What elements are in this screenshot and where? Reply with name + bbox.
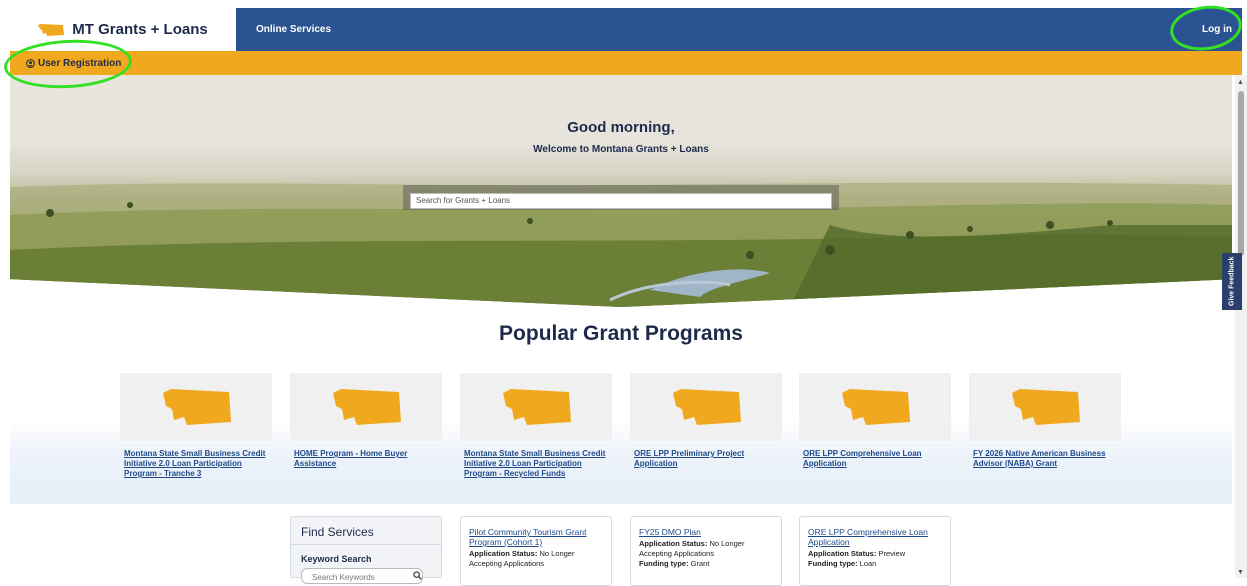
hero-banner: Good morning, Welcome to Montana Grants … <box>10 75 1232 307</box>
listing-status: Application Status: No Longer Accepting … <box>469 549 603 569</box>
find-services-title: Find Services <box>301 525 374 539</box>
program-card[interactable]: ORE LPP Preliminary Project Application <box>630 373 782 469</box>
scroll-up-arrow-icon[interactable]: ▲ <box>1237 79 1244 86</box>
listing-card[interactable]: Pilot Community Tourism Grant Program (C… <box>460 516 612 586</box>
program-card-link[interactable]: Montana State Small Business Credit Init… <box>120 449 272 479</box>
listing-card[interactable]: ORE LPP Comprehensive Loan Application A… <box>799 516 951 586</box>
scroll-down-arrow-icon[interactable]: ▼ <box>1237 569 1244 576</box>
program-card-image <box>120 373 272 441</box>
program-card-image <box>799 373 951 441</box>
divider <box>291 544 441 545</box>
funding-label: Funding type: <box>639 559 689 568</box>
montana-state-icon <box>673 389 741 425</box>
page-scrollbar[interactable]: ▲ ▼ <box>1235 75 1247 578</box>
scroll-thumb[interactable] <box>1238 91 1244 256</box>
brand-logo[interactable]: MT Grants + Loans <box>10 8 236 51</box>
nav-online-services[interactable]: Online Services <box>256 24 331 35</box>
listing-title-link[interactable]: ORE LPP Comprehensive Loan Application <box>808 527 942 547</box>
grants-search-input[interactable] <box>410 192 832 209</box>
give-feedback-tab[interactable]: Give Feedback <box>1222 253 1242 310</box>
montana-state-icon <box>38 23 65 36</box>
status-label: Application Status: <box>639 539 708 548</box>
listing-title-link[interactable]: Pilot Community Tourism Grant Program (C… <box>469 527 603 547</box>
listing-funding: Funding type: Grant <box>639 559 773 569</box>
status-value: Preview <box>878 549 906 558</box>
program-card-link[interactable]: FY 2026 Native American Business Advisor… <box>969 449 1121 469</box>
program-card-image <box>630 373 782 441</box>
funding-value: Loan <box>859 559 877 568</box>
listing-card[interactable]: FY25 DMO Plan Application Status: No Lon… <box>630 516 782 586</box>
find-services-panel: Find Services Keyword Search <box>290 516 442 584</box>
listing-funding: Funding type: Loan <box>808 559 942 569</box>
user-registration-label: User Registration <box>38 57 122 69</box>
program-card-link[interactable]: Montana State Small Business Credit Init… <box>460 449 612 479</box>
search-icon[interactable] <box>413 571 422 580</box>
user-registration-link[interactable]: User Registration <box>26 58 121 69</box>
greeting-heading: Good morning, <box>567 119 675 136</box>
welcome-subheading: Welcome to Montana Grants + Loans <box>533 144 709 155</box>
status-label: Application Status: <box>808 549 877 558</box>
program-card[interactable]: Montana State Small Business Credit Init… <box>120 373 272 479</box>
program-card-link[interactable]: ORE LPP Preliminary Project Application <box>630 449 782 469</box>
keyword-search-label: Keyword Search <box>301 554 372 564</box>
user-circle-icon <box>26 58 35 68</box>
montana-state-icon <box>333 389 401 425</box>
montana-state-icon <box>503 389 571 425</box>
funding-value: Grant <box>690 559 710 568</box>
site-header: MT Grants + Loans Online Services Log in <box>10 8 1242 51</box>
hero-search-container <box>403 185 839 210</box>
brand-name: MT Grants + Loans <box>72 21 208 38</box>
program-card-image <box>290 373 442 441</box>
program-card-image <box>460 373 612 441</box>
montana-state-icon <box>163 389 231 425</box>
program-card[interactable]: HOME Program - Home Buyer Assistance <box>290 373 442 469</box>
login-link[interactable]: Log in <box>1202 24 1232 35</box>
listing-title-link[interactable]: FY25 DMO Plan <box>639 527 773 537</box>
program-card[interactable]: FY 2026 Native American Business Advisor… <box>969 373 1121 469</box>
program-card-link[interactable]: HOME Program - Home Buyer Assistance <box>290 449 442 469</box>
montana-state-icon <box>842 389 910 425</box>
listing-status: Application Status: Preview <box>808 549 942 559</box>
montana-state-icon <box>1012 389 1080 425</box>
top-strip <box>0 0 1247 8</box>
program-card-link[interactable]: ORE LPP Comprehensive Loan Application <box>799 449 951 469</box>
listing-status: Application Status: No Longer Accepting … <box>639 539 773 559</box>
status-label: Application Status: <box>469 549 538 558</box>
program-card-image <box>969 373 1121 441</box>
program-card[interactable]: Montana State Small Business Credit Init… <box>460 373 612 479</box>
funding-label: Funding type: <box>808 559 858 568</box>
program-card[interactable]: ORE LPP Comprehensive Loan Application <box>799 373 951 469</box>
sub-nav-bar: User Registration <box>10 51 1242 75</box>
popular-programs-heading: Popular Grant Programs <box>499 322 743 345</box>
top-nav: Online Services Log in <box>236 8 1242 51</box>
keyword-search-input[interactable] <box>301 568 423 584</box>
